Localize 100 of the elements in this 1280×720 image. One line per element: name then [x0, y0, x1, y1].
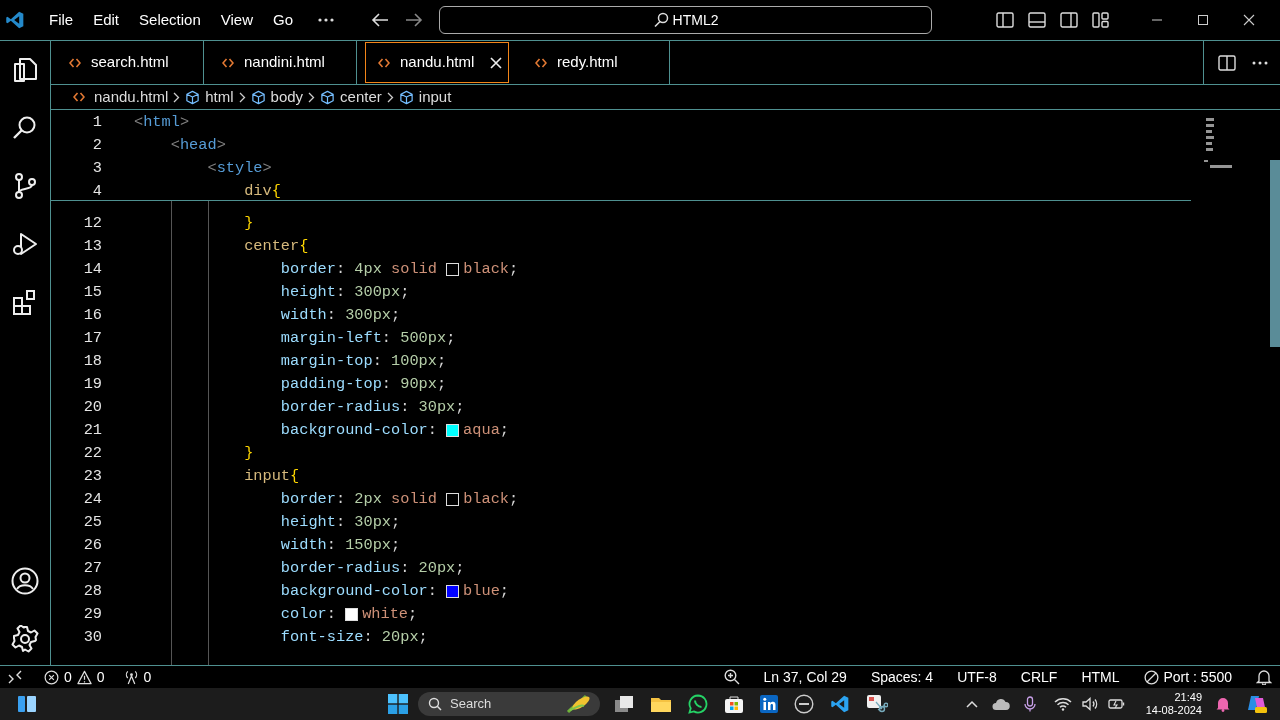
code-text: color:	[279, 604, 337, 626]
remote-icon[interactable]	[8, 670, 22, 684]
line-number: 18	[82, 351, 102, 373]
breadcrumb-item[interactable]: html	[205, 85, 234, 109]
encoding[interactable]: UTF-8	[957, 666, 997, 688]
more-icon[interactable]	[317, 17, 335, 23]
code-text: <style>	[206, 158, 272, 180]
toggle-secondary-sidebar-icon[interactable]	[1060, 12, 1078, 28]
editor-tab[interactable]: redy.html	[517, 41, 670, 84]
scrollbar-thumb[interactable]	[1270, 160, 1280, 347]
toggle-sidebar-icon[interactable]	[996, 12, 1014, 28]
widgets-icon[interactable]	[17, 695, 37, 713]
zoom-icon[interactable]	[723, 669, 740, 685]
cursor-position[interactable]: Ln 37, Col 29	[763, 666, 847, 688]
breadcrumb-item[interactable]: center	[340, 85, 382, 109]
windows-start-icon[interactable]	[388, 694, 408, 714]
code-text: border: 2px solid	[279, 489, 438, 511]
back-arrow-icon[interactable]	[371, 13, 389, 27]
task-view-icon[interactable]	[614, 695, 634, 713]
taskbar-search-field[interactable]: Search	[418, 692, 600, 716]
chevron-up-icon[interactable]	[965, 700, 978, 708]
code-text: div{	[243, 181, 281, 203]
menu-item[interactable]: Selection	[129, 8, 211, 32]
command-search-field[interactable]: HTML2	[439, 6, 932, 34]
chevron-right-icon	[386, 91, 394, 103]
folder-icon[interactable]	[650, 695, 672, 713]
color-swatch[interactable]	[446, 585, 460, 598]
volume-icon[interactable]	[1081, 697, 1098, 711]
toggle-panel-icon[interactable]	[1028, 12, 1046, 28]
indentation[interactable]: Spaces: 4	[870, 666, 934, 688]
color-swatch[interactable]	[345, 608, 359, 621]
wifi-icon[interactable]	[1053, 697, 1072, 711]
editor-tab[interactable]: nandini.html	[204, 41, 357, 84]
color-swatch[interactable]	[446, 424, 460, 437]
live-server-port[interactable]: Port : 5500	[1163, 666, 1232, 688]
more-icon[interactable]	[1252, 60, 1268, 65]
line-ending[interactable]: CRLF	[1020, 666, 1058, 688]
breadcrumb-item[interactable]: input	[418, 85, 452, 109]
language-mode[interactable]: HTML	[1081, 666, 1120, 688]
line-number: 16	[82, 305, 102, 327]
run-debug-icon[interactable]	[11, 230, 39, 258]
menu-item[interactable]: Edit	[83, 8, 130, 32]
html-file-icon	[378, 57, 390, 68]
snipping-tool-icon[interactable]	[866, 694, 888, 714]
cube-icon	[250, 89, 266, 105]
error-icon[interactable]	[44, 669, 59, 685]
code-text: input{	[243, 466, 300, 488]
workspace-name: HTML2	[672, 10, 719, 30]
vscode-logo-icon[interactable]	[5, 10, 25, 30]
line-number: 26	[82, 535, 102, 557]
linkedin-icon[interactable]	[760, 695, 778, 713]
line-number: 17	[82, 328, 102, 350]
notifications-icon[interactable]	[1256, 669, 1272, 685]
line-number: 30	[82, 627, 102, 649]
error-count[interactable]: 0	[64, 666, 72, 688]
bell-icon[interactable]	[1216, 696, 1230, 712]
battery-icon[interactable]	[1107, 697, 1126, 711]
close-icon[interactable]	[490, 56, 502, 69]
color-swatch[interactable]	[446, 263, 460, 276]
color-swatch[interactable]	[446, 493, 460, 506]
code-text: margin-left: 500px;	[279, 328, 456, 350]
code-text: width: 150px;	[279, 535, 401, 557]
menu-item[interactable]: File	[39, 8, 84, 32]
forward-arrow-icon[interactable]	[405, 13, 423, 27]
blocked-icon[interactable]	[1143, 669, 1159, 685]
layout-icon[interactable]	[1092, 12, 1110, 28]
vscode-icon[interactable]	[830, 694, 850, 714]
chat-bubble-icon[interactable]	[688, 694, 708, 714]
microphone-icon[interactable]	[1023, 696, 1036, 712]
cloud-icon[interactable]	[991, 697, 1010, 711]
clock[interactable]: 21:49 14-08-2024	[1145, 691, 1202, 717]
editor-tab[interactable]: search.html	[51, 41, 204, 84]
warning-icon[interactable]	[76, 669, 92, 685]
code-text: blue;	[463, 581, 509, 603]
cube-icon	[320, 89, 336, 105]
explorer-icon[interactable]	[11, 56, 39, 84]
account-icon[interactable]	[11, 567, 39, 595]
menu-item[interactable]: Go	[263, 8, 303, 32]
code-text: center{	[243, 236, 309, 258]
copilot-icon[interactable]	[1246, 693, 1268, 715]
html-file-icon	[69, 57, 81, 68]
line-number: 4	[91, 181, 102, 203]
breadcrumb-item[interactable]: nandu.html	[94, 85, 169, 109]
menu-item[interactable]: View	[210, 8, 263, 32]
code-text: <html>	[134, 112, 190, 134]
code-text: width: 300px;	[279, 305, 401, 327]
code-text: white;	[362, 604, 418, 626]
split-editor-icon[interactable]	[1218, 54, 1236, 71]
ports-count[interactable]: 0	[143, 666, 152, 688]
cube-icon	[185, 89, 201, 105]
editor-tab[interactable]: nandu.html	[365, 42, 509, 83]
store-bag-icon[interactable]	[724, 694, 744, 714]
breadcrumb-item[interactable]: body	[270, 85, 304, 109]
line-number: 12	[82, 213, 102, 235]
code-text: font-size: 20px;	[279, 627, 428, 649]
broadcast-icon[interactable]	[123, 669, 139, 685]
circle-logo-icon[interactable]	[794, 694, 814, 714]
search-icon	[428, 697, 442, 711]
warning-count[interactable]: 0	[96, 666, 105, 688]
settings-icon[interactable]	[11, 625, 39, 653]
